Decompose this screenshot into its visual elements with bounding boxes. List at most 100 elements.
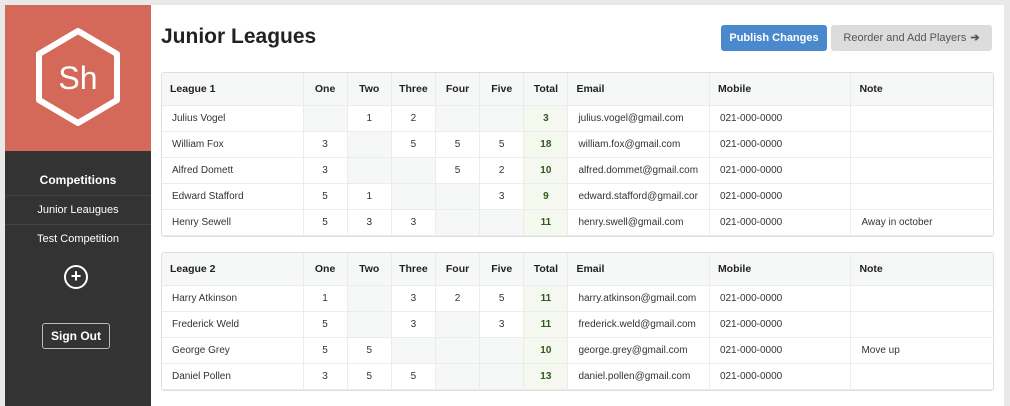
score-cell[interactable]: 5 [391,132,436,158]
email-cell[interactable]: edward.stafford@gmail.cor [568,184,710,210]
reorder-add-players-button[interactable]: Reorder and Add Players ➔ [831,25,992,51]
note-cell[interactable] [851,312,993,338]
note-cell[interactable] [851,364,993,390]
sidebar-item-junior-leagues[interactable]: Junior Leaugues [5,196,151,225]
score-cell[interactable] [303,106,348,132]
score-cell[interactable] [347,132,392,158]
score-cell[interactable] [347,286,392,312]
score-cell[interactable]: 3 [303,364,348,390]
mobile-cell[interactable]: 021-000-0000 [709,106,852,132]
score-cell[interactable]: 3 [391,286,436,312]
note-cell[interactable]: Away in october [851,210,993,236]
league-name-header: League 1 [162,73,304,106]
score-cell[interactable] [480,210,525,236]
mobile-cell[interactable]: 021-000-0000 [709,338,852,364]
column-header-five: Five [480,253,525,286]
email-cell[interactable]: henry.swell@gmail.com [568,210,710,236]
score-cell[interactable]: 5 [435,158,481,184]
player-name: Frederick Weld [162,312,304,338]
score-cell[interactable]: 5 [480,286,525,312]
score-cell[interactable] [435,210,481,236]
player-name: Henry Sewell [162,210,304,236]
player-name: Alfred Domett [162,158,304,184]
email-cell[interactable]: alfred.dommet@gmail.com [568,158,710,184]
player-name: Harry Atkinson [162,286,304,312]
add-competition-button[interactable]: + [64,265,88,289]
score-cell[interactable] [391,338,436,364]
score-cell[interactable] [347,312,392,338]
column-header-three: Three [391,253,436,286]
mobile-cell[interactable]: 021-000-0000 [709,132,852,158]
score-cell[interactable] [391,184,436,210]
score-cell[interactable]: 5 [303,210,348,236]
table-row: Alfred Domett 3 5 2 10 alfred.dommet@gmail.co… [162,158,993,184]
score-cell[interactable]: 5 [391,364,436,390]
score-cell[interactable]: 3 [303,132,348,158]
table-row: Frederick Weld 5 3 3 11 frederick.weld@gmail.… [162,312,993,338]
sidebar-item-competitions[interactable]: Competitions [5,165,151,196]
note-cell[interactable] [851,132,993,158]
score-cell[interactable]: 2 [480,158,525,184]
email-cell[interactable]: julius.vogel@gmail.com [568,106,710,132]
sign-out-button[interactable]: Sign Out [42,323,110,349]
score-cell[interactable]: 3 [391,312,436,338]
email-cell[interactable]: daniel.pollen@gmail.com [568,364,710,390]
score-cell[interactable]: 3 [480,312,525,338]
email-cell[interactable]: harry.atkinson@gmail.com [568,286,710,312]
total-cell: 3 [524,106,569,132]
logo[interactable]: Sh [5,5,151,151]
publish-changes-button[interactable]: Publish Changes [721,25,827,51]
column-header-email: Email [568,73,710,106]
email-cell[interactable]: frederick.weld@gmail.com [568,312,710,338]
score-cell[interactable] [391,158,436,184]
score-cell[interactable] [435,106,481,132]
note-cell[interactable] [851,158,993,184]
mobile-cell[interactable]: 021-000-0000 [709,364,852,390]
column-header-mobile: Mobile [709,253,852,286]
note-cell[interactable] [851,106,993,132]
mobile-cell[interactable]: 021-000-0000 [709,286,852,312]
score-cell[interactable]: 2 [435,286,481,312]
score-cell[interactable] [435,338,481,364]
table-row: William Fox 3 5 5 5 18 william.fox@gmail.com 02… [162,132,993,158]
page-title: Junior Leagues [161,25,317,48]
email-cell[interactable]: william.fox@gmail.com [568,132,710,158]
score-cell[interactable]: 5 [435,132,481,158]
sidebar-item-test-competition[interactable]: Test Competition [5,225,151,253]
score-cell[interactable]: 5 [303,338,348,364]
score-cell[interactable] [435,364,481,390]
score-cell[interactable]: 3 [347,210,392,236]
note-cell[interactable] [851,286,993,312]
column-header-three: Three [391,73,436,106]
score-cell[interactable] [480,106,525,132]
arrow-right-icon: ➔ [970,32,980,44]
table-row: Julius Vogel 1 2 3 julius.vogel@gmail.com 021… [162,106,993,132]
score-cell[interactable]: 2 [391,106,436,132]
score-cell[interactable]: 3 [391,210,436,236]
note-cell[interactable]: Move up [851,338,993,364]
score-cell[interactable]: 5 [480,132,525,158]
score-cell[interactable] [480,364,525,390]
score-cell[interactable]: 1 [303,286,348,312]
score-cell[interactable]: 3 [480,184,525,210]
note-cell[interactable] [851,184,993,210]
score-cell[interactable] [435,312,481,338]
logo-hexagon-icon: Sh [36,28,120,126]
mobile-cell[interactable]: 021-000-0000 [709,210,852,236]
column-header-mobile: Mobile [709,73,852,106]
score-cell[interactable]: 5 [303,312,348,338]
score-cell[interactable]: 5 [347,364,392,390]
mobile-cell[interactable]: 021-000-0000 [709,312,852,338]
score-cell[interactable] [480,338,525,364]
score-cell[interactable]: 3 [303,158,348,184]
score-cell[interactable] [435,184,481,210]
score-cell[interactable]: 5 [347,338,392,364]
score-cell[interactable] [347,158,392,184]
mobile-cell[interactable]: 021-000-0000 [709,184,852,210]
score-cell[interactable]: 1 [347,184,392,210]
column-header-four: Four [435,253,481,286]
email-cell[interactable]: george.grey@gmail.com [568,338,710,364]
score-cell[interactable]: 1 [347,106,392,132]
score-cell[interactable]: 5 [303,184,348,210]
mobile-cell[interactable]: 021-000-0000 [709,158,852,184]
